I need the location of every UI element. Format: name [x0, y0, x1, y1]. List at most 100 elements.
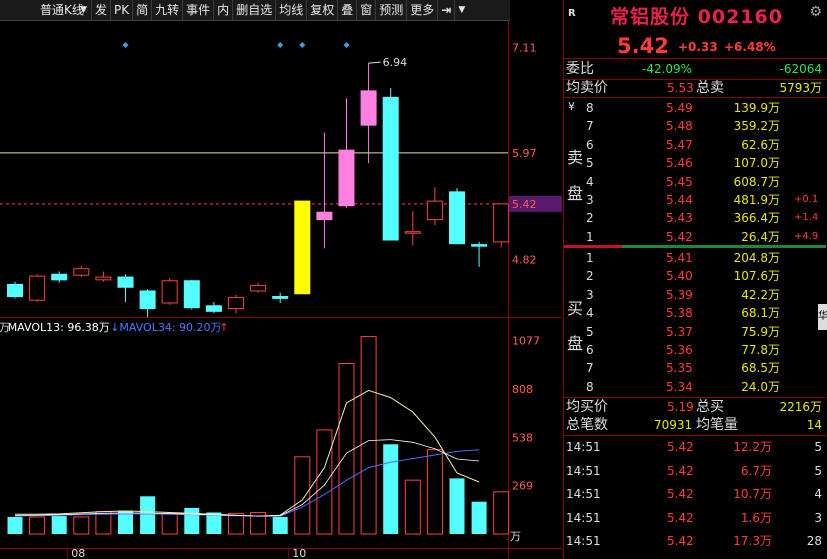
sell-level-row[interactable]: 2 5.43 366.4万 +1.4 [564, 209, 826, 228]
date-label: 10 [292, 547, 306, 559]
tick-price: 5.42 [667, 463, 694, 478]
volume-bar [316, 429, 333, 535]
webi-value: -42.09% [642, 62, 693, 76]
volume-bar [493, 491, 510, 535]
chart-toolbar: 普通K线 ▼ 发 PK 简 九转 事件 内 删自选 均线 复权 叠 窗 预测 更… [0, 0, 510, 21]
tick-count: 3 [814, 510, 822, 525]
volume-bar [7, 516, 23, 534]
tick-price: 5.42 [667, 487, 694, 501]
candle-body [426, 200, 443, 221]
mavol13-line [15, 389, 480, 517]
level-volume: 359.2万 [733, 119, 780, 134]
volume-tick-label: 1077 [512, 335, 540, 348]
stock-title: 常铝股份 002160 [610, 2, 783, 29]
avg-trade-value: 14 [806, 418, 822, 432]
moving-average-button[interactable]: 均线 [276, 0, 308, 20]
candle-body [404, 231, 421, 234]
volume-bar [449, 478, 465, 534]
volume-bar [73, 516, 90, 535]
mavol-secondary-line [14, 439, 480, 517]
period-label: 普通K线 [40, 3, 84, 17]
buy-level-row[interactable]: 6 5.36 77.8万 [564, 341, 826, 360]
volume-bar [383, 444, 399, 534]
buy-level-row[interactable]: 5 5.37 75.9万 [564, 323, 826, 342]
remove-watchlist-button[interactable]: 删自选 [233, 0, 277, 20]
avg-trade-label: 均笔量 [696, 417, 738, 433]
sell-level-row[interactable]: 1 5.42 26.4万 +4.9 [564, 228, 826, 247]
level-volume: 68.5万 [741, 361, 780, 376]
pk-button[interactable]: PK [111, 0, 134, 20]
window-button[interactable]: 窗 [357, 0, 377, 20]
nei-button[interactable]: 内 [214, 0, 234, 20]
sell-level-row[interactable]: 4 5.45 608.7万 [564, 173, 826, 192]
level-number: 8 [586, 101, 594, 115]
buy-level-row[interactable]: 7 5.35 68.5万 [564, 359, 826, 378]
buy-level-row[interactable]: 1 5.41 204.8万 [564, 249, 826, 268]
candle-body [360, 90, 377, 126]
buy-level-row[interactable]: 4 5.38 68.1万 [564, 304, 826, 323]
sell-level-row[interactable]: 5 5.46 107.0万 [564, 154, 826, 173]
webi-diff: -62064 [779, 62, 822, 76]
level-volume: 481.9万 [733, 193, 780, 207]
volume-bar [404, 479, 421, 535]
total-buy-label: 总买 [696, 399, 724, 415]
sell-level-row[interactable]: 7 5.48 359.2万 [564, 117, 826, 136]
candle-body [161, 280, 178, 304]
volume-bar [228, 512, 244, 535]
buy-level-row[interactable]: 8 5.34 24.0万 [564, 378, 826, 397]
sell-level-row[interactable]: 8 5.49 139.9万 [564, 99, 826, 118]
jiuzhuan-button[interactable]: 九转 [152, 0, 184, 20]
level-price: 5.34 [666, 379, 693, 394]
gear-icon[interactable]: ⚙ [809, 4, 822, 20]
level-price: 5.44 [666, 193, 693, 207]
r-icon: R [568, 8, 576, 19]
toolbar-dropdown-icon[interactable]: ▼ [455, 0, 468, 20]
avg-sell-label: 均卖价 [566, 80, 608, 96]
avg-buy-row: 均买价 5.19 总买 2216万 [564, 398, 826, 416]
tick-count: 28 [806, 534, 822, 548]
overlay-button[interactable]: 叠 [338, 0, 358, 20]
buy-level-row[interactable]: 3 5.39 42.2万 [564, 286, 826, 305]
side-tab[interactable]: 华 [818, 304, 827, 330]
candle-body [471, 244, 488, 247]
level-number: 7 [586, 119, 594, 134]
sell-level-row[interactable]: 3 5.44 481.9万 +0.1 [564, 191, 826, 210]
candle-body [95, 276, 112, 281]
expand-arrow-icon[interactable]: ⇥ [438, 0, 456, 20]
period-selector[interactable]: 普通K线 ▼ [0, 0, 92, 20]
level-price: 5.47 [666, 137, 693, 152]
tick-row: 14:51 5.42 6.7万 5 [564, 460, 826, 482]
volume-legend-item: MAVOL13: 96.38万 [8, 321, 110, 334]
events-button[interactable]: 事件 [183, 0, 215, 20]
level-volume: 68.1万 [741, 306, 780, 321]
level-price: 5.43 [666, 211, 693, 226]
chevron-down-icon: ▼ [80, 5, 87, 15]
level-volume: 75.9万 [741, 324, 780, 339]
event-marker-icon [277, 42, 284, 48]
date-label: 08 [71, 547, 85, 559]
candle-body [51, 273, 68, 281]
candle-body [7, 283, 23, 298]
jian-button[interactable]: 简 [133, 0, 153, 20]
tick-volume: 17.3万 [733, 534, 772, 548]
more-button[interactable]: 更多 [407, 0, 439, 20]
tick-time: 14:51 [566, 463, 601, 478]
buy-level-row[interactable]: 2 5.40 107.6万 [564, 267, 826, 286]
level-volume: 608.7万 [733, 174, 780, 189]
adjust-button[interactable]: 复权 [307, 0, 339, 20]
volume-bar [338, 363, 355, 535]
fa-button[interactable]: 发 [92, 0, 112, 20]
level-number: 5 [586, 156, 594, 171]
tick-time: 14:51 [566, 440, 601, 454]
event-marker-icon [299, 42, 306, 48]
volume-tick-label: 808 [512, 383, 533, 396]
tick-row: 14:51 5.42 1.6万 3 [564, 507, 826, 529]
sell-level-row[interactable]: 6 5.47 62.6万 [564, 136, 826, 155]
event-marker-icon [343, 42, 350, 48]
level-number: 1 [586, 229, 594, 244]
kline-chart[interactable]: 6.94 万MAVOL13: 96.38万 ↓MAVOL34: 90.20万↑ 7… [0, 21, 562, 559]
price-tick-label: 4.82 [512, 253, 537, 266]
total-trades-value: 70931 [654, 418, 693, 432]
level-volume: 77.8万 [741, 343, 780, 357]
forecast-button[interactable]: 预测 [376, 0, 408, 20]
